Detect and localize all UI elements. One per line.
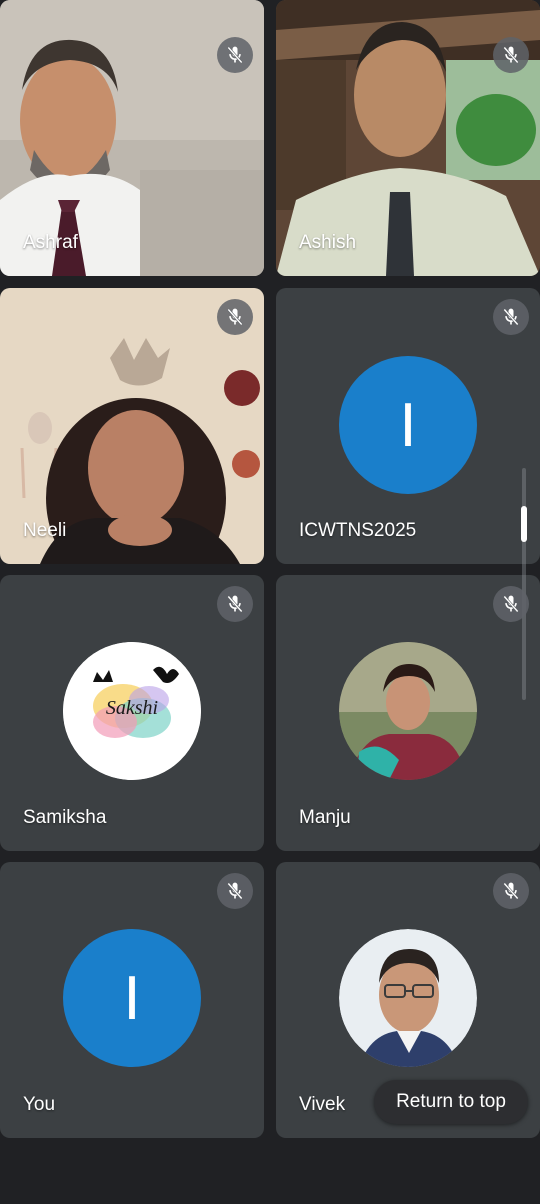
mic-off-icon <box>493 299 529 335</box>
participant-tile-ashraf[interactable]: Ashraf <box>0 0 264 276</box>
avatar <box>339 642 477 780</box>
participant-tile-icwtns2025[interactable]: I ICWTNS2025 <box>276 288 540 564</box>
mic-off-icon <box>217 586 253 622</box>
avatar: I <box>339 356 477 494</box>
avatar-initial: I <box>123 963 141 1033</box>
participant-tile-you[interactable]: I You <box>0 862 264 1138</box>
scrollbar-track <box>522 468 526 700</box>
grid-scrollbar[interactable] <box>521 468 527 700</box>
participant-name: Vivek <box>299 1094 346 1115</box>
participant-name: You <box>23 1094 56 1115</box>
avatar-photo <box>339 642 477 780</box>
participant-tile-neeli[interactable]: Neeli <box>0 288 264 564</box>
avatar <box>339 929 477 1067</box>
participant-tile-ashish[interactable]: Ashish <box>276 0 540 276</box>
participant-name: Neeli <box>23 520 67 541</box>
meeting-grid: Ashraf Ashish Neeli I ICWTNS2025 Sakshi … <box>0 0 540 1204</box>
avatar: Sakshi <box>63 642 201 780</box>
participant-name: Manju <box>299 807 351 828</box>
return-to-top-button[interactable]: Return to top <box>374 1080 528 1124</box>
mic-off-icon <box>217 37 253 73</box>
participant-name: ICWTNS2025 <box>299 520 417 541</box>
participant-tile-manju[interactable]: Manju <box>276 575 540 851</box>
avatar-logo-text: Sakshi <box>106 697 158 719</box>
mic-off-icon <box>493 873 529 909</box>
mic-off-icon <box>217 299 253 335</box>
participant-name: Ashish <box>299 232 357 253</box>
participant-tile-samiksha[interactable]: Sakshi Samiksha <box>0 575 264 851</box>
mic-off-icon <box>217 873 253 909</box>
mic-off-icon <box>493 586 529 622</box>
participant-name: Samiksha <box>23 807 107 828</box>
avatar-initial: I <box>399 390 417 460</box>
participant-name: Ashraf <box>23 232 78 253</box>
scrollbar-thumb[interactable] <box>521 506 527 542</box>
mic-off-icon <box>493 37 529 73</box>
avatar-photo <box>339 929 477 1067</box>
avatar-logo: Sakshi <box>63 642 201 780</box>
avatar: I <box>63 929 201 1067</box>
